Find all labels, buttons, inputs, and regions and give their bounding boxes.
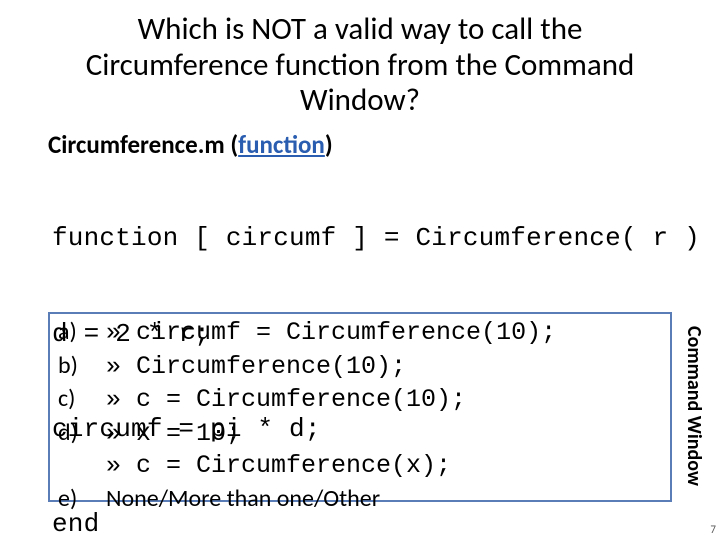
answer-c: c) » c = Circumference(10); bbox=[58, 383, 664, 417]
code-line-1: function [ circumf ] = Circumference( r … bbox=[52, 223, 720, 255]
command-window-label: Command Window bbox=[682, 326, 706, 502]
answer-e: e) None/More than one/Other bbox=[58, 483, 664, 514]
answer-d: d) » x = 10; bbox=[58, 417, 664, 451]
answer-a-code: » circumf = Circumference(10); bbox=[106, 317, 556, 350]
answers-box: a) » circumf = Circumference(10); b) » C… bbox=[48, 312, 672, 502]
answer-c-code: » c = Circumference(10); bbox=[106, 384, 466, 417]
answer-d-label: d) bbox=[58, 417, 106, 448]
slide-title: Which is NOT a valid way to call the Cir… bbox=[0, 0, 720, 127]
answer-d-code1: » x = 10; bbox=[106, 418, 241, 451]
filename-heading: Circumference.m (function) bbox=[0, 129, 720, 160]
answer-a: a) » circumf = Circumference(10); bbox=[58, 316, 664, 350]
filename-suffix: ) bbox=[325, 129, 333, 160]
filename-prefix: Circumference.m ( bbox=[48, 129, 238, 160]
answer-e-text: None/More than one/Other bbox=[106, 483, 380, 514]
answer-b: b) » Circumference(10); bbox=[58, 350, 664, 384]
answer-b-code: » Circumference(10); bbox=[106, 351, 406, 384]
page-number: 7 bbox=[710, 523, 716, 536]
answer-d-code2: » c = Circumference(x); bbox=[106, 450, 451, 483]
answer-e-label: e) bbox=[58, 483, 106, 514]
slide: Which is NOT a valid way to call the Cir… bbox=[0, 0, 720, 540]
answer-c-label: c) bbox=[58, 383, 106, 414]
answer-a-label: a) bbox=[58, 316, 106, 347]
answer-d-line2: » c = Circumference(x); bbox=[58, 450, 664, 483]
function-link: function bbox=[238, 129, 325, 160]
answer-b-label: b) bbox=[58, 350, 106, 381]
